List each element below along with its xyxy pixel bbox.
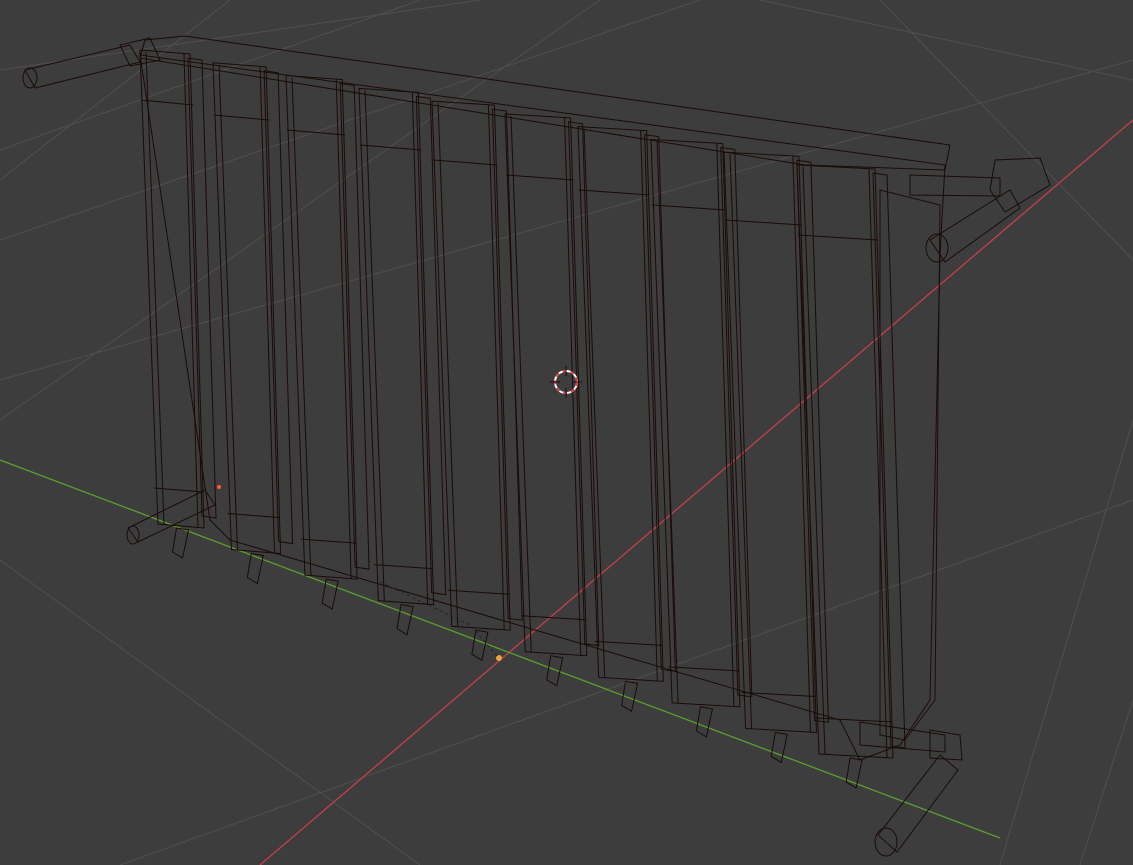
grid-line: [0, 0, 231, 181]
pipe-top-left: [22, 37, 161, 89]
radiator-section: [285, 75, 370, 580]
radiator-foot: [396, 604, 414, 636]
radiator-section: [650, 138, 753, 708]
radiator-object[interactable]: [22, 35, 1051, 857]
radiator-foot: [471, 629, 489, 662]
x-axis-line: [259, 119, 1133, 865]
radiator-foot: [546, 655, 564, 687]
grid-line: [999, 419, 1133, 865]
radiator-sections: [139, 49, 906, 759]
pipe-bottom-right: [859, 721, 963, 857]
radiator-foot: [321, 578, 339, 610]
pipe-top-right: [909, 157, 1051, 263]
radiator-foot: [770, 731, 788, 764]
3d-viewport[interactable]: [0, 0, 1133, 865]
pipe-bottom-left: [126, 485, 221, 545]
grid-line: [0, 0, 421, 151]
radiator-foot: [171, 527, 190, 559]
radiator-section: [431, 100, 523, 631]
radiator-section: [723, 151, 829, 733]
radiator-back-shadow: [139, 54, 946, 761]
grid-line: [879, 0, 1133, 261]
grid-line: [119, 499, 1133, 865]
grid-line: [1079, 699, 1133, 865]
grid-line: [0, 59, 1133, 381]
radiator-section: [358, 87, 447, 606]
radiator-feet: [171, 527, 863, 789]
grid-line: [0, 0, 701, 241]
grid-line: [0, 559, 421, 865]
radiator-section: [504, 113, 600, 657]
radiator-foot: [695, 706, 714, 738]
radiator-section: [139, 49, 217, 529]
floor-grid: [0, 0, 1133, 865]
grid-line: [0, 0, 481, 71]
viewport-scene[interactable]: [0, 0, 1133, 865]
